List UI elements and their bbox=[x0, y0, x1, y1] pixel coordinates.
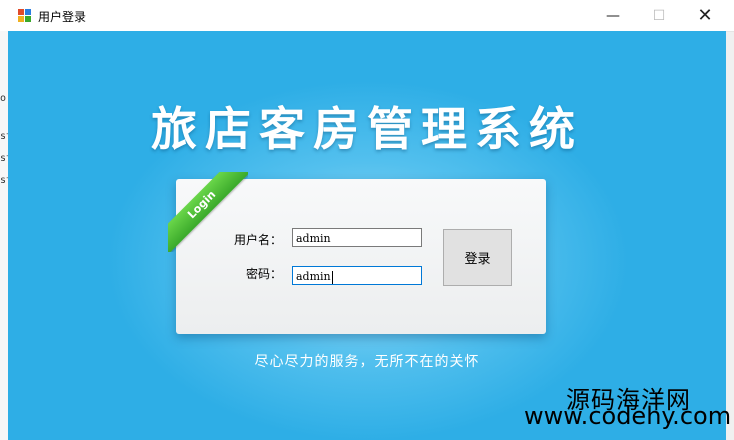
username-label: 用户名： bbox=[234, 233, 283, 247]
password-label: 密码： bbox=[246, 267, 283, 281]
minimize-button[interactable]: — bbox=[590, 0, 636, 31]
watermark-url: www.codehy.com bbox=[524, 402, 732, 430]
login-button[interactable]: 登录 bbox=[443, 229, 512, 286]
text-caret bbox=[331, 270, 333, 284]
close-button[interactable]: ✕ bbox=[682, 0, 728, 31]
password-value: admin bbox=[296, 270, 331, 283]
maximize-button[interactable]: ☐ bbox=[636, 0, 682, 31]
username-field[interactable]: admin bbox=[292, 228, 422, 247]
app-icon bbox=[18, 9, 31, 22]
app-title: 旅店客房管理系统 bbox=[151, 102, 583, 156]
password-field[interactable]: admin bbox=[292, 266, 422, 285]
login-panel: 旅店客房管理系统 Login 用户名： admin 密码： admin 登录 尽… bbox=[8, 31, 726, 440]
slogan: 尽心尽力的服务，无所不在的关怀 bbox=[254, 354, 480, 370]
username-value: admin bbox=[296, 232, 331, 245]
background-text: o bbox=[0, 93, 7, 104]
background-window-strip: o st st st bbox=[0, 31, 12, 440]
window-title: 用户登录 bbox=[38, 10, 87, 24]
title-bar: 用户登录 — ☐ ✕ bbox=[0, 0, 734, 32]
